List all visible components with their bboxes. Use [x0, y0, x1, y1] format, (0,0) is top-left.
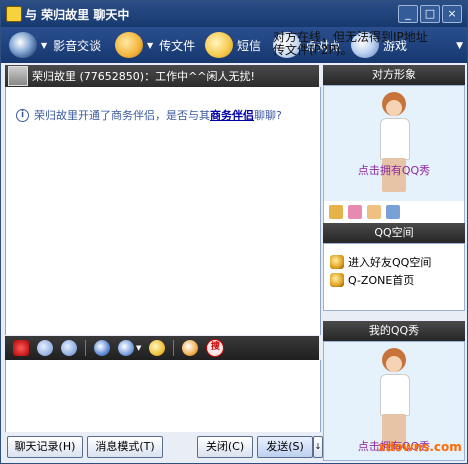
game-button[interactable]: 游戏 [351, 31, 407, 59]
sms-label: 短信 [237, 38, 262, 53]
enter-friend-qzone-link[interactable]: 进入好友QQ空间 [330, 254, 431, 270]
font-icon[interactable] [13, 340, 29, 356]
title-bar[interactable]: 与 荣归故里 聊天中 _ □ × [1, 1, 467, 27]
game-label: 游戏 [383, 38, 408, 53]
system-message-prefix: 荣归故里开通了商务伴侣，是否与其 [34, 109, 210, 122]
sms-icon [205, 32, 233, 58]
qq-show-tools [323, 201, 465, 224]
buddy-avatar[interactable] [8, 66, 28, 86]
group-icon[interactable] [182, 340, 199, 356]
main-toolbar: ▼ 影音交谈 ▼ 传文件 短信 点对点 游戏 ▼ [1, 27, 467, 63]
window-title: 与 荣归故里 聊天中 [25, 8, 130, 22]
qzone-home-link[interactable]: Q-ZONE首页 [330, 272, 414, 288]
enter-friend-qzone-label: 进入好友QQ空间 [348, 256, 432, 269]
send-button[interactable]: 发送(S) [257, 436, 313, 458]
message-mode-button[interactable]: 消息模式(T) [87, 436, 163, 458]
info-icon: i [16, 108, 29, 122]
p2p-button[interactable]: 点对点 [273, 31, 341, 59]
my-qq-show-avatar[interactable] [372, 348, 416, 452]
send-file-button[interactable]: ▼ 传文件 [115, 31, 195, 59]
peer-qq-show-avatar[interactable] [372, 92, 416, 196]
avatar-face [386, 100, 402, 116]
video-icon [9, 32, 37, 58]
emoticon-icon[interactable] [37, 340, 53, 356]
maximize-button[interactable]: □ [420, 5, 440, 23]
close-button[interactable]: 关闭(C) [197, 436, 253, 458]
edit-icon[interactable] [386, 205, 400, 219]
screenshot-icon[interactable] [118, 340, 134, 356]
chat-window: 与 荣归故里 聊天中 _ □ × ▼ 影音交谈 ▼ 传文件 短信 点对点 游戏 … [0, 0, 468, 464]
chat-history-button[interactable]: 聊天记录(H) [7, 436, 83, 458]
toolbar-divider [173, 340, 175, 356]
send-options-arrow[interactable]: ↓ [313, 436, 323, 458]
peer-show-panel[interactable]: 点击拥有QQ秀 [323, 85, 465, 203]
avatar-body [380, 374, 410, 416]
chevron-down-icon[interactable]: ▼ [41, 41, 47, 50]
my-show-header: 我的QQ秀 [323, 321, 465, 341]
toolbar-divider [85, 340, 86, 356]
bottom-button-bar: 聊天记录(H) 消息模式(T) 关闭(C) 发送(S) ↓ [5, 433, 323, 459]
peer-get-qq-show-link[interactable]: 点击拥有QQ秀 [324, 162, 464, 178]
music-icon[interactable] [149, 340, 166, 356]
message-input[interactable] [5, 360, 321, 432]
video-chat-button[interactable]: ▼ 影音交谈 [9, 31, 101, 59]
magic-emoticon-icon[interactable] [61, 340, 77, 356]
system-message-suffix: 聊聊? [254, 109, 282, 122]
chat-header: 荣归故里 (77652850)：工作中^^闲人无扰! [5, 65, 319, 87]
p2p-icon [273, 32, 301, 58]
file-icon [115, 32, 143, 58]
buddy-status-text: 荣归故里 (77652850)：工作中^^闲人无扰! [32, 70, 255, 83]
chevron-down-icon[interactable]: ▼ [147, 41, 153, 50]
site-watermark: xdowns.com [378, 440, 462, 454]
business-partner-link[interactable]: 商务伴侣 [210, 107, 254, 123]
input-toolbar: ▼ 搜 [5, 336, 319, 360]
search-icon[interactable]: 搜 [206, 339, 225, 357]
chevron-down-icon[interactable]: ▼ [136, 344, 141, 352]
peer-show-header: 对方形象 [323, 65, 465, 85]
wardrobe-icon[interactable] [348, 205, 362, 219]
minimize-button[interactable]: _ [398, 5, 418, 23]
video-chat-label: 影音交谈 [53, 38, 102, 53]
chat-history-area[interactable]: i 荣归故里开通了商务伴侣，是否与其 商务伴侣 聊聊? [5, 87, 321, 335]
system-message: i 荣归故里开通了商务伴侣，是否与其 商务伴侣 聊聊? [16, 107, 282, 123]
qzone-panel: 进入好友QQ空间 Q-ZONE首页 [323, 243, 465, 311]
qzone-icon [330, 255, 344, 269]
toolbar-more-arrow[interactable]: ▼ [456, 41, 463, 51]
game-icon [351, 32, 379, 58]
qq-app-icon [6, 6, 22, 22]
sms-button[interactable]: 短信 [205, 31, 261, 59]
avatar-face [386, 356, 402, 372]
avatar-body [380, 118, 410, 160]
qzone-home-label: Q-ZONE首页 [348, 274, 415, 287]
shake-icon[interactable] [94, 340, 110, 356]
p2p-label: 点对点 [305, 38, 342, 53]
friends-icon[interactable] [367, 205, 381, 219]
qzone-header: QQ空间 [323, 223, 465, 243]
close-window-button[interactable]: × [442, 5, 462, 23]
qzone-icon [330, 273, 344, 287]
gift-icon[interactable] [329, 205, 343, 219]
send-file-label: 传文件 [159, 38, 196, 53]
